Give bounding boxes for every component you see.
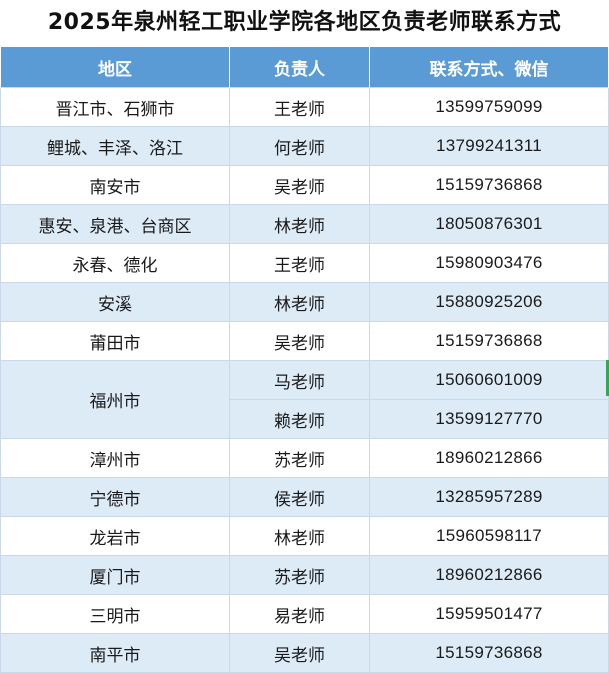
region-cell: 厦门市 [0,555,230,595]
table-row: 惠安、泉港、台商区 林老师 18050876301 [0,204,609,244]
table-row: 漳州市 苏老师 18960212866 [0,438,609,478]
table-row: 福州市 马老师 15060601009 [0,360,609,439]
region-cell: 莆田市 [0,321,230,361]
owner-cell: 马老师 [229,360,370,400]
phone-cell: 13599759099 [369,87,609,127]
table-row: 三明市 易老师 15959501477 [0,594,609,634]
table-row: 南安市 吴老师 15159736868 [0,165,609,205]
table-row: 莆田市 吴老师 15159736868 [0,321,609,361]
region-cell: 南平市 [0,633,230,673]
owner-cell: 王老师 [229,243,370,283]
owner-cell: 吴老师 [229,165,370,205]
region-cell: 三明市 [0,594,230,634]
owner-cell: 苏老师 [229,555,370,595]
phone-cell: 18960212866 [369,555,609,595]
table-header-row: 地区 负责人 联系方式、微信 [0,47,609,88]
phone-cell: 15960598117 [369,516,609,556]
table-row: 南平市 吴老师 15159736868 [0,633,609,673]
region-cell: 安溪 [0,282,230,322]
owner-cell: 林老师 [229,282,370,322]
owner-cell: 吴老师 [229,321,370,361]
owner-cell: 王老师 [229,87,370,127]
phone-cell: 15959501477 [369,594,609,634]
phone-cell: 15159736868 [369,321,609,361]
phone-cell: 15060601009 [369,360,609,400]
phone-cell: 18960212866 [369,438,609,478]
phone-cell: 15159736868 [369,633,609,673]
region-cell: 龙岩市 [0,516,230,556]
table-row: 永春、德化 王老师 15980903476 [0,243,609,283]
region-cell: 鲤城、丰泽、洛江 [0,126,230,166]
owner-cell: 赖老师 [229,399,370,439]
region-cell: 漳州市 [0,438,230,478]
owner-cell: 林老师 [229,516,370,556]
phone-cell: 18050876301 [369,204,609,244]
header-region: 地区 [0,47,230,88]
page-title: 2025年泉州轻工职业学院各地区负责老师联系方式 [47,10,562,35]
phone-cell: 15159736868 [369,165,609,205]
owner-cell: 林老师 [229,204,370,244]
owner-cell: 吴老师 [229,633,370,673]
phone-cell: 13285957289 [369,477,609,517]
header-contact: 联系方式、微信 [369,47,609,88]
table-row: 厦门市 苏老师 18960212866 [0,555,609,595]
region-cell: 晋江市、石狮市 [0,87,230,127]
region-cell: 宁德市 [0,477,230,517]
region-cell-merged: 福州市 [0,360,230,439]
phone-cell: 13799241311 [369,126,609,166]
table-row: 晋江市、石狮市 王老师 13599759099 [0,87,609,127]
contacts-table: 地区 负责人 联系方式、微信 晋江市、石狮市 王老师 13599759099 鲤… [0,47,609,673]
phone-cell: 15880925206 [369,282,609,322]
region-cell: 永春、德化 [0,243,230,283]
region-cell: 惠安、泉港、台商区 [0,204,230,244]
table-row: 安溪 林老师 15880925206 [0,282,609,322]
phone-cell: 13599127770 [369,399,609,439]
table-row: 宁德市 侯老师 13285957289 [0,477,609,517]
header-owner: 负责人 [229,47,370,88]
table-row: 鲤城、丰泽、洛江 何老师 13799241311 [0,126,609,166]
owner-cell: 侯老师 [229,477,370,517]
phone-cell: 15980903476 [369,243,609,283]
table-row: 龙岩市 林老师 15960598117 [0,516,609,556]
owner-cell: 苏老师 [229,438,370,478]
owner-cell: 易老师 [229,594,370,634]
region-cell: 南安市 [0,165,230,205]
owner-cell: 何老师 [229,126,370,166]
